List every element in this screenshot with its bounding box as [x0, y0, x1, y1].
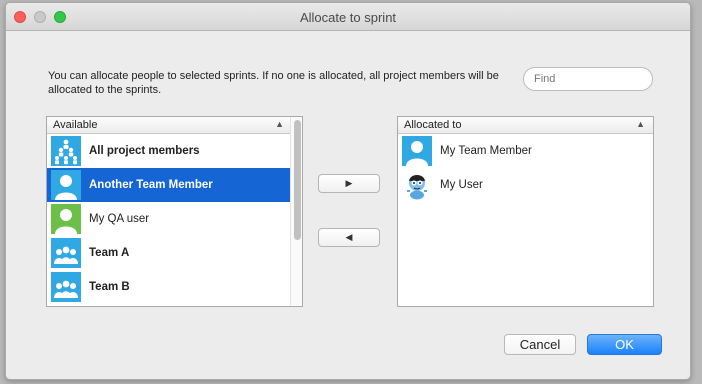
- arrow-right-icon: ▶: [345, 178, 353, 188]
- sort-ascending-icon[interactable]: ▲: [275, 119, 284, 129]
- team-icon: [51, 272, 81, 302]
- list-item-team-a[interactable]: Team A: [47, 236, 290, 270]
- list-item-label: Team B: [89, 281, 130, 293]
- remove-from-allocated-button[interactable]: ◀: [318, 228, 380, 247]
- cartoon-avatar-icon: [402, 170, 432, 200]
- list-item-my-team-member[interactable]: My Team Member: [398, 134, 653, 168]
- add-to-allocated-button[interactable]: ▶: [318, 174, 380, 193]
- list-item-my-user[interactable]: My User: [398, 168, 653, 202]
- available-list-header[interactable]: Available ▲: [47, 117, 302, 134]
- available-scrollbar[interactable]: [290, 117, 302, 306]
- available-header-label: Available: [53, 119, 98, 131]
- allocated-header-label: Allocated to: [404, 119, 462, 131]
- window-title: Allocate to sprint: [299, 10, 397, 25]
- list-item-label: Team A: [89, 247, 130, 259]
- list-item-my-qa-user[interactable]: My QA user: [47, 202, 290, 236]
- person-green-icon: [51, 204, 81, 234]
- title-bar: Allocate to sprint: [6, 3, 690, 31]
- list-item-label: Another Team Member: [89, 179, 213, 191]
- list-item-all-project-members[interactable]: All project members: [47, 134, 290, 168]
- allocated-list-header[interactable]: Allocated to ▲: [398, 117, 653, 134]
- list-item-label: All project members: [89, 145, 200, 157]
- person-icon: [402, 136, 432, 166]
- team-icon: [51, 238, 81, 268]
- ok-button[interactable]: OK: [587, 334, 662, 355]
- list-item-label: My QA user: [89, 213, 150, 225]
- allocate-dialog: Allocate to sprint You can allocate peop…: [5, 2, 691, 380]
- person-icon: [51, 170, 81, 200]
- arrow-left-icon: ◀: [345, 232, 353, 242]
- sort-ascending-icon[interactable]: ▲: [636, 119, 645, 129]
- list-item-team-b[interactable]: Team B: [47, 270, 290, 304]
- find-input[interactable]: [523, 67, 653, 91]
- group-hierarchy-icon: [51, 136, 81, 166]
- available-list[interactable]: Available ▲ All project members Another …: [46, 116, 303, 307]
- cancel-button[interactable]: Cancel: [504, 334, 576, 355]
- list-item-another-team-member[interactable]: Another Team Member: [47, 168, 290, 202]
- description-text: You can allocate people to selected spri…: [48, 70, 499, 96]
- list-item-label: My Team Member: [440, 145, 532, 157]
- allocated-list[interactable]: Allocated to ▲ My Team Member My User: [397, 116, 654, 307]
- scrollbar-thumb[interactable]: [294, 120, 301, 240]
- list-item-label: My User: [440, 179, 483, 191]
